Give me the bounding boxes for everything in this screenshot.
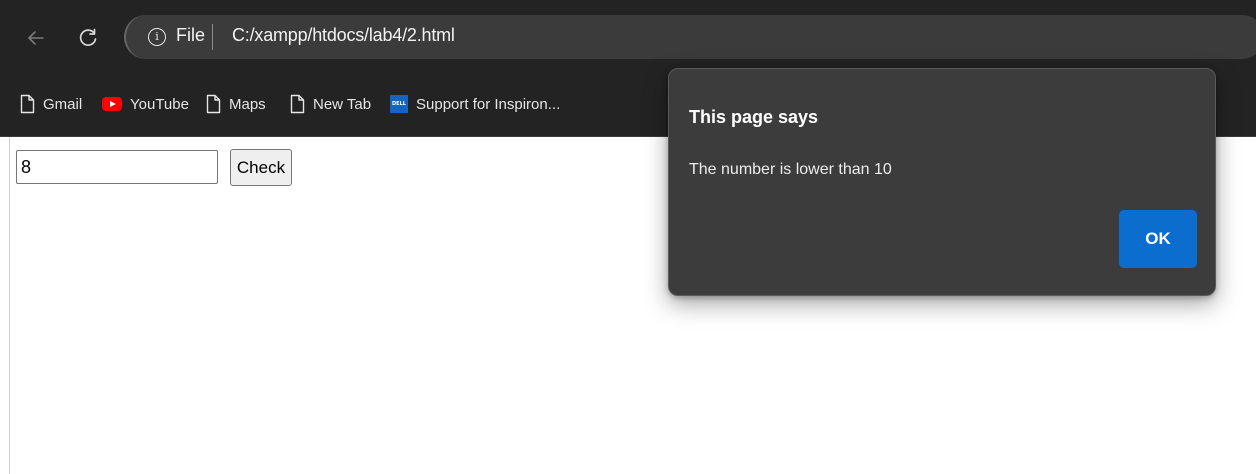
bookmark-label: Support for Inspiron...: [416, 95, 561, 113]
dell-icon: DELL: [390, 95, 408, 113]
page-icon: [290, 94, 305, 114]
dialog-title: This page says: [689, 107, 819, 127]
bookmark-support-inspiron[interactable]: DELL Support for Inspiron...: [390, 91, 560, 117]
site-info-icon[interactable]: i: [148, 28, 166, 46]
url-divider: [212, 24, 213, 50]
bookmark-gmail[interactable]: Gmail: [20, 91, 82, 117]
reload-icon: [79, 28, 97, 46]
dialog-message: The number is lower than 10: [689, 161, 892, 178]
page-left-border: [9, 137, 10, 474]
bookmark-label: Gmail: [43, 95, 83, 113]
bookmark-label: New Tab: [313, 95, 372, 113]
bookmark-label: YouTube: [130, 95, 189, 113]
page-icon: [20, 94, 35, 114]
ok-button[interactable]: OK: [1119, 210, 1197, 268]
number-input[interactable]: [16, 150, 218, 184]
bookmark-maps[interactable]: Maps: [206, 91, 266, 117]
bookmark-label: Maps: [229, 95, 266, 113]
bookmark-youtube[interactable]: YouTube: [102, 91, 189, 117]
back-arrow-icon: [28, 31, 44, 45]
reload-button[interactable]: [70, 20, 106, 56]
youtube-icon: [102, 97, 122, 111]
browser-window: i File C:/xampp/htdocs/lab4/2.html Gmail…: [0, 0, 1256, 474]
file-scheme-label: File: [176, 25, 206, 45]
alert-dialog: This page says The number is lower than …: [668, 68, 1216, 296]
bookmark-new-tab[interactable]: New Tab: [290, 91, 371, 117]
page-icon: [206, 94, 221, 114]
back-button[interactable]: [18, 20, 54, 56]
url-text[interactable]: C:/xampp/htdocs/lab4/2.html: [232, 25, 455, 46]
check-button[interactable]: Check: [230, 149, 292, 186]
